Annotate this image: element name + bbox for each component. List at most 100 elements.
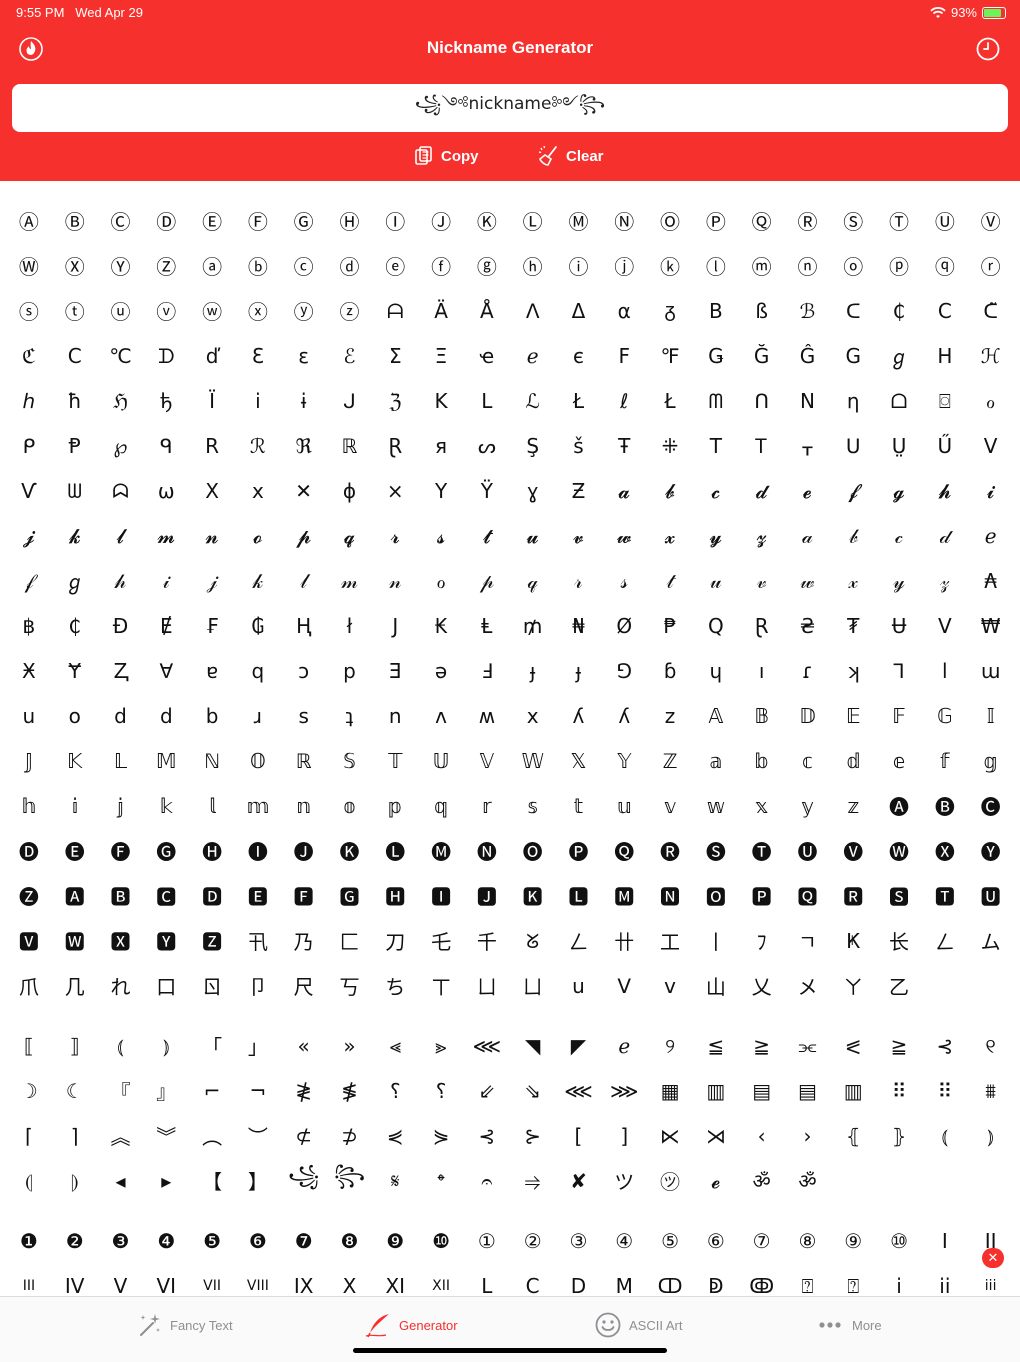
symbol-cell[interactable]: 𝓋 (739, 558, 785, 603)
symbol-cell[interactable]: 𝓃 (372, 558, 418, 603)
symbol-cell[interactable]: Ş (510, 423, 556, 468)
symbol-cell[interactable]: B (693, 288, 739, 333)
symbol-cell[interactable]: Ṳ (876, 423, 922, 468)
symbol-cell[interactable]: L (464, 378, 510, 423)
symbol-cell[interactable]: 𝔁 (647, 513, 693, 558)
symbol-cell[interactable]: 🅤 (785, 828, 831, 873)
symbol-cell[interactable]: ⓩ (327, 288, 373, 333)
symbol-cell[interactable]: ᒍ (327, 378, 373, 423)
symbol-cell[interactable]: 刀 (372, 918, 418, 963)
symbol-cell[interactable]: 『 (98, 1068, 144, 1113)
symbol-cell[interactable]: ︾ (143, 1113, 189, 1158)
symbol-cell[interactable]: 𝕣 (464, 783, 510, 828)
symbol-cell[interactable]: VII (189, 1263, 235, 1296)
copy-button[interactable]: Copy (413, 145, 479, 167)
symbol-cell[interactable]: ▥ (830, 1068, 876, 1113)
symbol-cell[interactable]: 🅸 (418, 873, 464, 918)
symbol-cell[interactable]: T (693, 423, 739, 468)
symbol-cell[interactable]: 𝔸 (693, 693, 739, 738)
symbol-cell[interactable]: ② (510, 1218, 556, 1263)
symbol-cell[interactable]: 𝕥 (556, 783, 602, 828)
symbol-cell[interactable]: ❼ (281, 1218, 327, 1263)
symbol-cell[interactable]: 🆇 (98, 918, 144, 963)
symbol-cell[interactable]: 乙 (876, 963, 922, 1008)
symbol-cell[interactable]: ❺ (189, 1218, 235, 1263)
symbol-cell[interactable]: ⊅ (327, 1113, 373, 1158)
symbol-cell[interactable]: ⦇ (6, 1158, 52, 1203)
symbol-cell[interactable]: ❹ (143, 1218, 189, 1263)
symbol-cell[interactable]: ℴ (968, 378, 1014, 423)
symbol-cell[interactable]: ⠿ (922, 1068, 968, 1113)
symbol-cell[interactable]: ℯ (968, 513, 1014, 558)
symbol-cell[interactable]: 𝓵 (98, 513, 144, 558)
symbol-cell[interactable]: Σ (372, 333, 418, 378)
symbol-cell[interactable]: « (281, 1023, 327, 1068)
symbol-cell[interactable]: 𝓬 (693, 468, 739, 513)
symbol-cell[interactable]: 卄 (601, 918, 647, 963)
symbol-cell[interactable]: ď (189, 333, 235, 378)
symbol-cell[interactable]: ⥤ (510, 1158, 556, 1203)
symbol-cell[interactable]: ⌐ (189, 1068, 235, 1113)
symbol-cell[interactable]: I (922, 1218, 968, 1263)
symbol-cell[interactable]: 𝓿 (556, 513, 602, 558)
symbol-cell[interactable]: Ⓦ (6, 243, 52, 288)
symbol-cell[interactable]: V (98, 1263, 144, 1297)
symbol-cell[interactable]: ⓔ (372, 243, 418, 288)
symbol-cell[interactable]: 🅱 (98, 873, 144, 918)
symbol-cell[interactable]: ⓐ (189, 243, 235, 288)
symbol-cell[interactable]: V (968, 423, 1014, 468)
symbol-cell[interactable]: ❷ (52, 1218, 98, 1263)
symbol-cell[interactable]: ☾ (52, 1068, 98, 1113)
symbol-cell[interactable]: 𝓉 (647, 558, 693, 603)
symbol-cell[interactable]: 𝓊 (693, 558, 739, 603)
symbol-cell[interactable]: Ł (556, 378, 602, 423)
symbol-cell[interactable]: 🅨 (968, 828, 1014, 873)
symbol-cell[interactable]: Ᵽ (52, 423, 98, 468)
symbol-cell[interactable]: ⋘ (556, 1068, 602, 1113)
symbol-cell[interactable]: Ł (647, 378, 693, 423)
symbol-cell[interactable]: 𝓅 (464, 558, 510, 603)
symbol-cell[interactable]: Ğ (739, 333, 785, 378)
tab-fancy-text[interactable]: Fancy Text (135, 1311, 233, 1339)
symbol-cell[interactable]: 𝄋 (372, 1158, 418, 1203)
symbol-cell[interactable]: ℓ (601, 378, 647, 423)
symbol-cell[interactable]: X (327, 1263, 373, 1297)
symbol-cell[interactable]: Ⓖ (281, 198, 327, 243)
symbol-cell[interactable]: ‹ (739, 1113, 785, 1158)
symbol-cell[interactable]: v (647, 963, 693, 1008)
symbol-cell[interactable]: ℭ (6, 333, 52, 378)
symbol-cell[interactable]: 乂 (739, 963, 785, 1008)
symbol-cell[interactable]: ʌ (418, 693, 464, 738)
symbol-cell[interactable]: ⊰ (464, 1113, 510, 1158)
symbol-cell[interactable]: 𝕜 (143, 783, 189, 828)
symbol-cell[interactable]: d (143, 693, 189, 738)
symbol-cell[interactable]: ▸ (143, 1158, 189, 1203)
symbol-cell[interactable]: ℃ (98, 333, 144, 378)
symbol-cell[interactable]: ⅁ (601, 648, 647, 693)
symbol-cell[interactable]: ち (372, 963, 418, 1008)
symbol-cell[interactable]: ɾ (785, 648, 831, 693)
symbol-cell[interactable]: 🅚 (327, 828, 373, 873)
symbol-cell[interactable]: ⪢ (418, 1023, 464, 1068)
symbol-cell[interactable]: 𝓎 (876, 558, 922, 603)
symbol-cell[interactable]: Ø (601, 603, 647, 648)
symbol-cell[interactable]: ε (281, 333, 327, 378)
symbol-cell[interactable]: ⦃ (830, 1113, 876, 1158)
symbol-cell[interactable]: Ɽ (372, 423, 418, 468)
symbol-cell[interactable]: 丂 (327, 963, 373, 1008)
symbol-cell[interactable]: 𝓮 (785, 468, 831, 513)
symbol-cell[interactable]: 𝓂 (327, 558, 373, 603)
symbol-cell[interactable]: 𝕊 (327, 738, 373, 783)
symbol-cell[interactable]: VI (143, 1263, 189, 1297)
symbol-cell[interactable]: IX (281, 1263, 327, 1297)
symbol-cell[interactable]: ɟ (556, 648, 602, 693)
symbol-cell[interactable]: ≸ (327, 1068, 373, 1113)
symbol-cell[interactable]: ℰ (327, 333, 373, 378)
symbol-cell[interactable]: Ⓢ (830, 198, 876, 243)
symbol-cell[interactable]: ₱ (647, 603, 693, 648)
symbol-cell[interactable]: 口 (143, 963, 189, 1008)
symbol-cell[interactable]: ᑕ̃ (968, 288, 1014, 333)
symbol-cell[interactable]: ◂ (98, 1158, 144, 1203)
symbol-cell[interactable]: 𝕫 (830, 783, 876, 828)
symbol-cell[interactable]: 工 (647, 918, 693, 963)
